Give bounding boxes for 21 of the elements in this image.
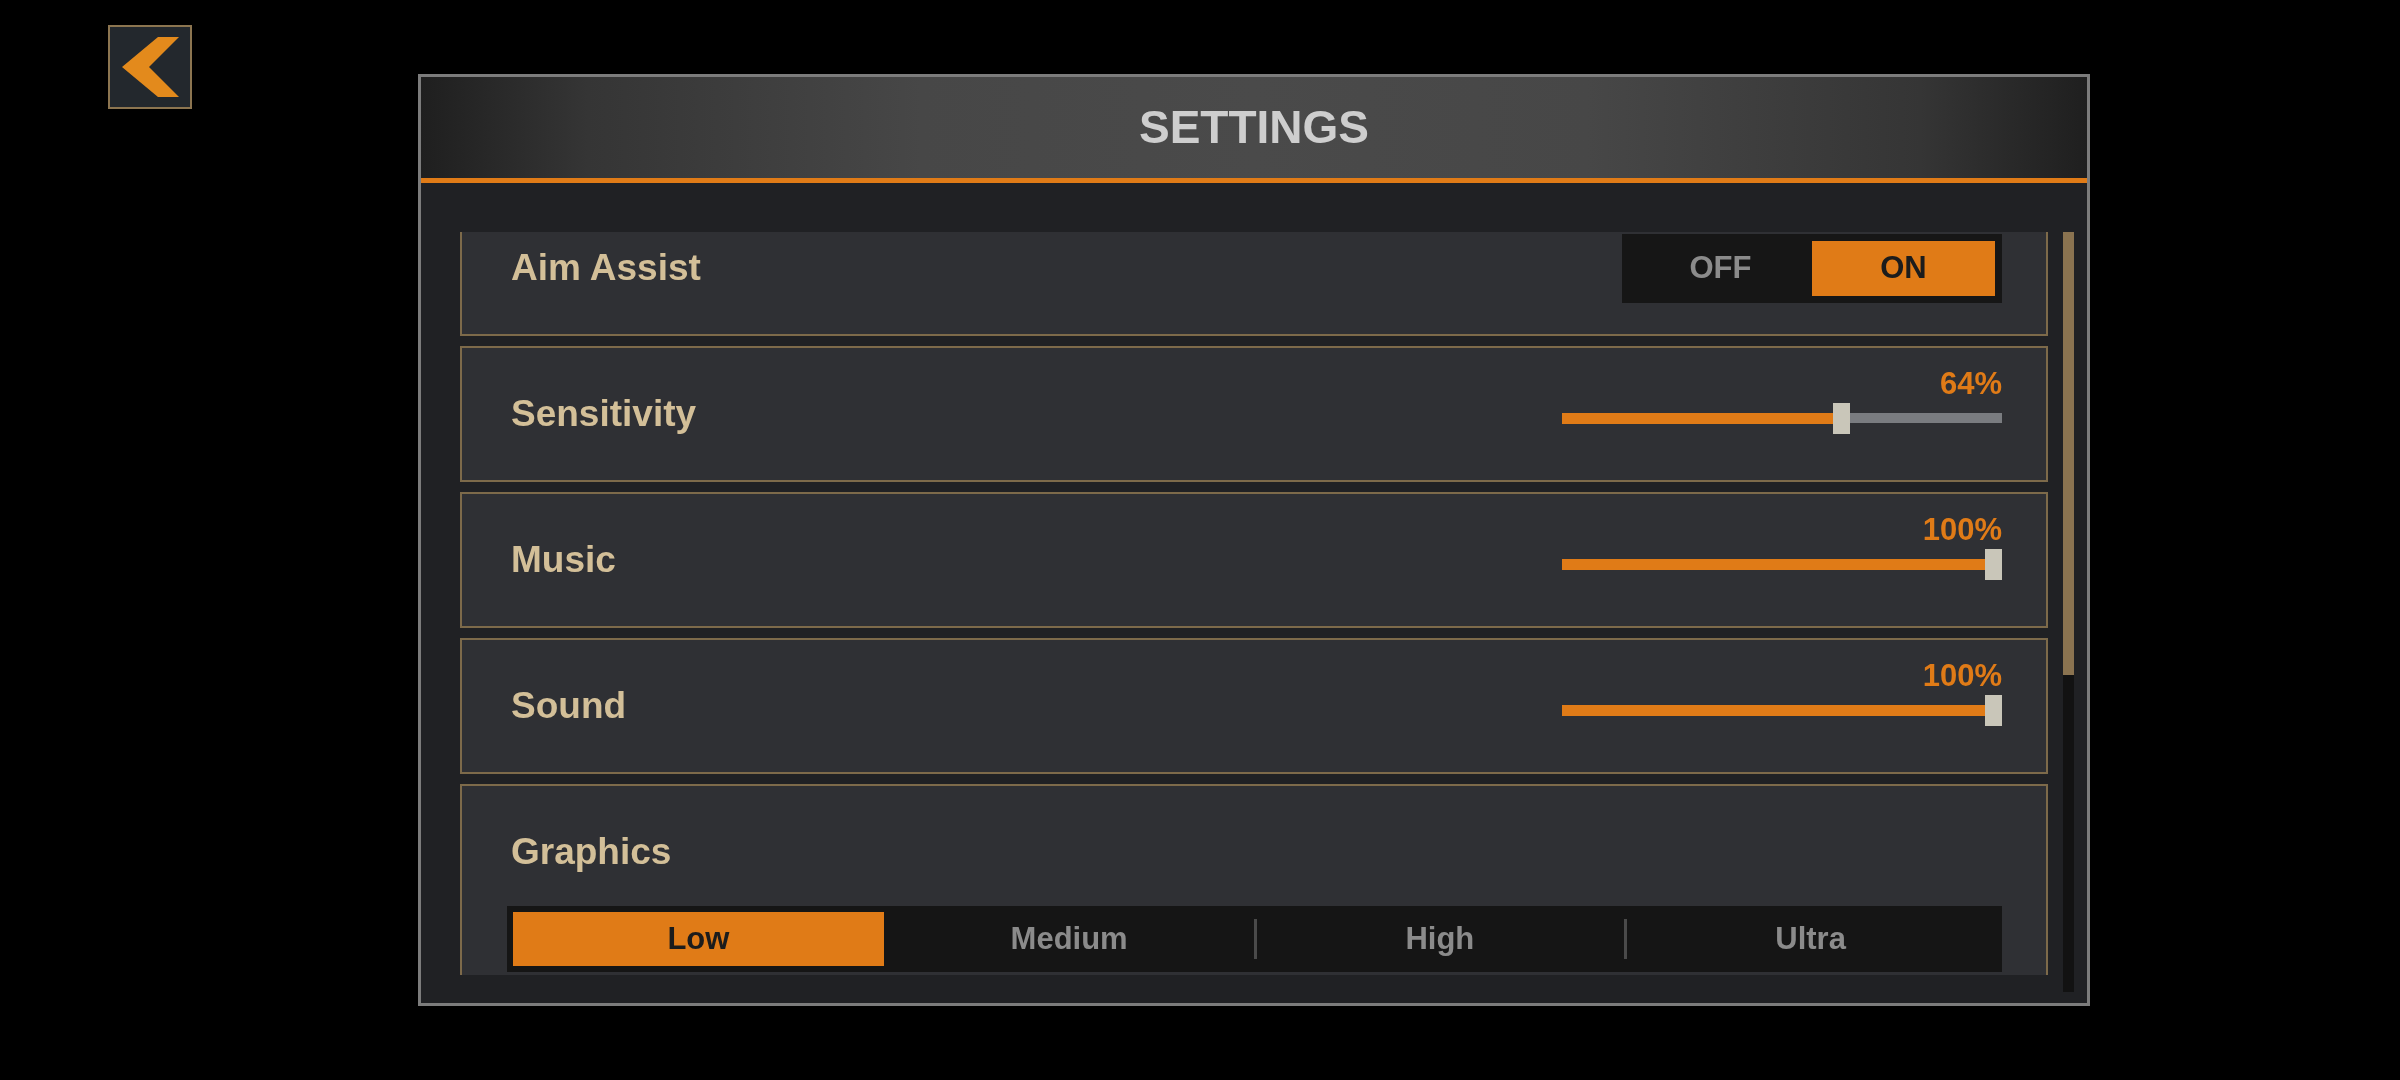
- toggle-option[interactable]: ON: [1812, 240, 1995, 296]
- chevron-left-icon: [121, 37, 179, 97]
- setting-label: Aim Assist: [511, 247, 701, 289]
- scrollbar-thumb[interactable]: [2063, 232, 2074, 675]
- back-button[interactable]: [108, 25, 192, 109]
- quality-option[interactable]: High: [1254, 912, 1626, 966]
- toggle-option[interactable]: OFF: [1629, 240, 1812, 296]
- slider-thumb[interactable]: [1832, 402, 1850, 434]
- slider-thumb[interactable]: [1985, 694, 2002, 726]
- panel-title: SETTINGS: [1139, 102, 1369, 153]
- setting-label: Sensitivity: [511, 393, 697, 435]
- slider-value: 100%: [1922, 658, 2002, 693]
- slider-thumb[interactable]: [1985, 548, 2002, 580]
- slider-value: 100%: [1922, 512, 2002, 547]
- slider-value: 64%: [1939, 366, 2002, 401]
- quality-option[interactable]: Ultra: [1625, 912, 1996, 966]
- quality-option[interactable]: Medium: [883, 912, 1255, 966]
- quality-option[interactable]: Low: [513, 912, 884, 966]
- setting-label: Sound: [511, 685, 627, 727]
- setting-label: Music: [511, 539, 616, 581]
- setting-label: Graphics: [511, 831, 672, 873]
